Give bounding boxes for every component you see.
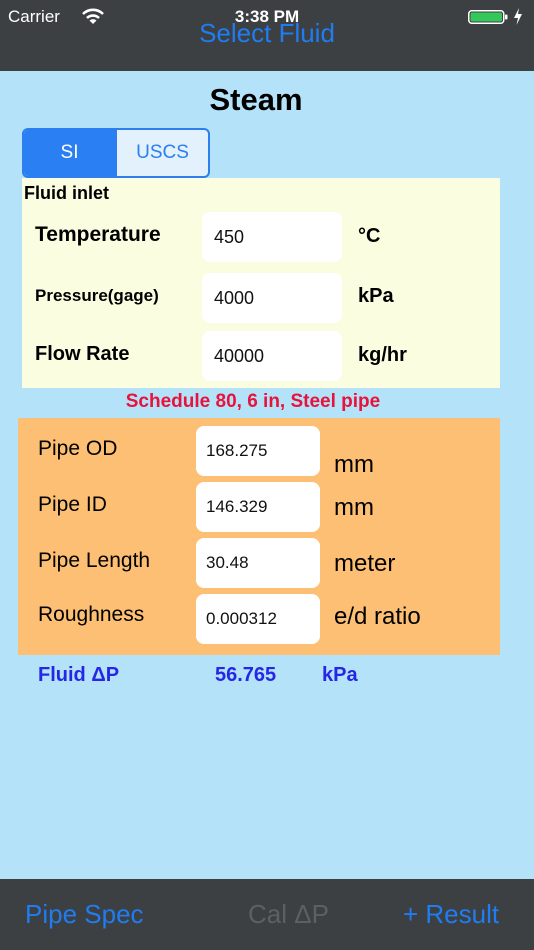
pressure-row: Pressure(gage) 4000 kPa	[22, 273, 500, 325]
flow-rate-row: Flow Rate 40000 kg/hr	[22, 331, 500, 383]
add-result-button[interactable]: + Result	[403, 899, 499, 930]
calculate-dp-button[interactable]: Cal ΔP	[248, 899, 329, 930]
pressure-drop-label: Fluid ΔP	[38, 664, 120, 686]
roughness-input[interactable]: 0.000312	[196, 594, 320, 644]
pipe-length-label: Pipe Length	[38, 549, 151, 572]
flow-rate-unit: kg/hr	[358, 344, 407, 366]
pressure-drop-unit: kPa	[322, 664, 358, 686]
temperature-unit: °C	[358, 225, 381, 247]
flow-rate-label: Flow Rate	[35, 343, 130, 365]
fluid-inlet-panel: Fluid inlet Temperature 450 °C Pressure(…	[22, 178, 500, 388]
pipe-od-unit: mm	[334, 451, 374, 478]
pressure-input[interactable]: 4000	[202, 273, 342, 323]
fluid-inlet-heading: Fluid inlet	[24, 183, 109, 203]
pressure-drop-value: 56.765	[215, 664, 277, 686]
pressure-label: Pressure(gage)	[35, 286, 159, 305]
pipe-id-input[interactable]: 146.329	[196, 482, 320, 532]
temperature-row: Temperature 450 °C	[22, 212, 500, 264]
roughness-row: Roughness 0.000312 e/d ratio	[18, 594, 500, 646]
pipe-id-unit: mm	[334, 494, 374, 521]
temperature-input[interactable]: 450	[202, 212, 342, 262]
pipe-id-row: Pipe ID 146.329 mm	[18, 482, 500, 534]
pipe-od-label: Pipe OD	[38, 437, 118, 460]
unit-system-toggle: SI USCS	[22, 128, 210, 178]
pipe-length-unit: meter	[334, 550, 396, 577]
pipe-length-row: Pipe Length 30.48 meter	[18, 538, 500, 590]
pipe-spec-button[interactable]: Pipe Spec	[25, 899, 144, 930]
flow-rate-input[interactable]: 40000	[202, 331, 342, 381]
pipe-dimensions-panel: Pipe OD 168.275 mm Pipe ID 146.329 mm Pi…	[18, 418, 500, 655]
bottom-toolbar: Pipe Spec Cal ΔP + Result	[0, 879, 534, 950]
segment-uscs[interactable]: USCS	[115, 130, 208, 176]
pipe-length-input[interactable]: 30.48	[196, 538, 320, 588]
pressure-unit: kPa	[358, 285, 394, 307]
select-fluid-button[interactable]: Select Fluid	[0, 18, 534, 49]
temperature-label: Temperature	[35, 223, 161, 246]
segment-si[interactable]: SI	[24, 130, 115, 176]
pipe-od-row: Pipe OD 168.275 mm	[18, 426, 500, 478]
pipe-id-label: Pipe ID	[38, 493, 107, 516]
pipe-spec-caption: Schedule 80, 6 in, Steel pipe	[125, 391, 381, 412]
roughness-unit: e/d ratio	[334, 603, 421, 630]
navigation-bar: Carrier 3:38 PM Select Fluid	[0, 0, 534, 71]
pipe-od-input[interactable]: 168.275	[196, 426, 320, 476]
roughness-label: Roughness	[38, 603, 145, 626]
fluid-name-title: Steam	[209, 82, 303, 117]
